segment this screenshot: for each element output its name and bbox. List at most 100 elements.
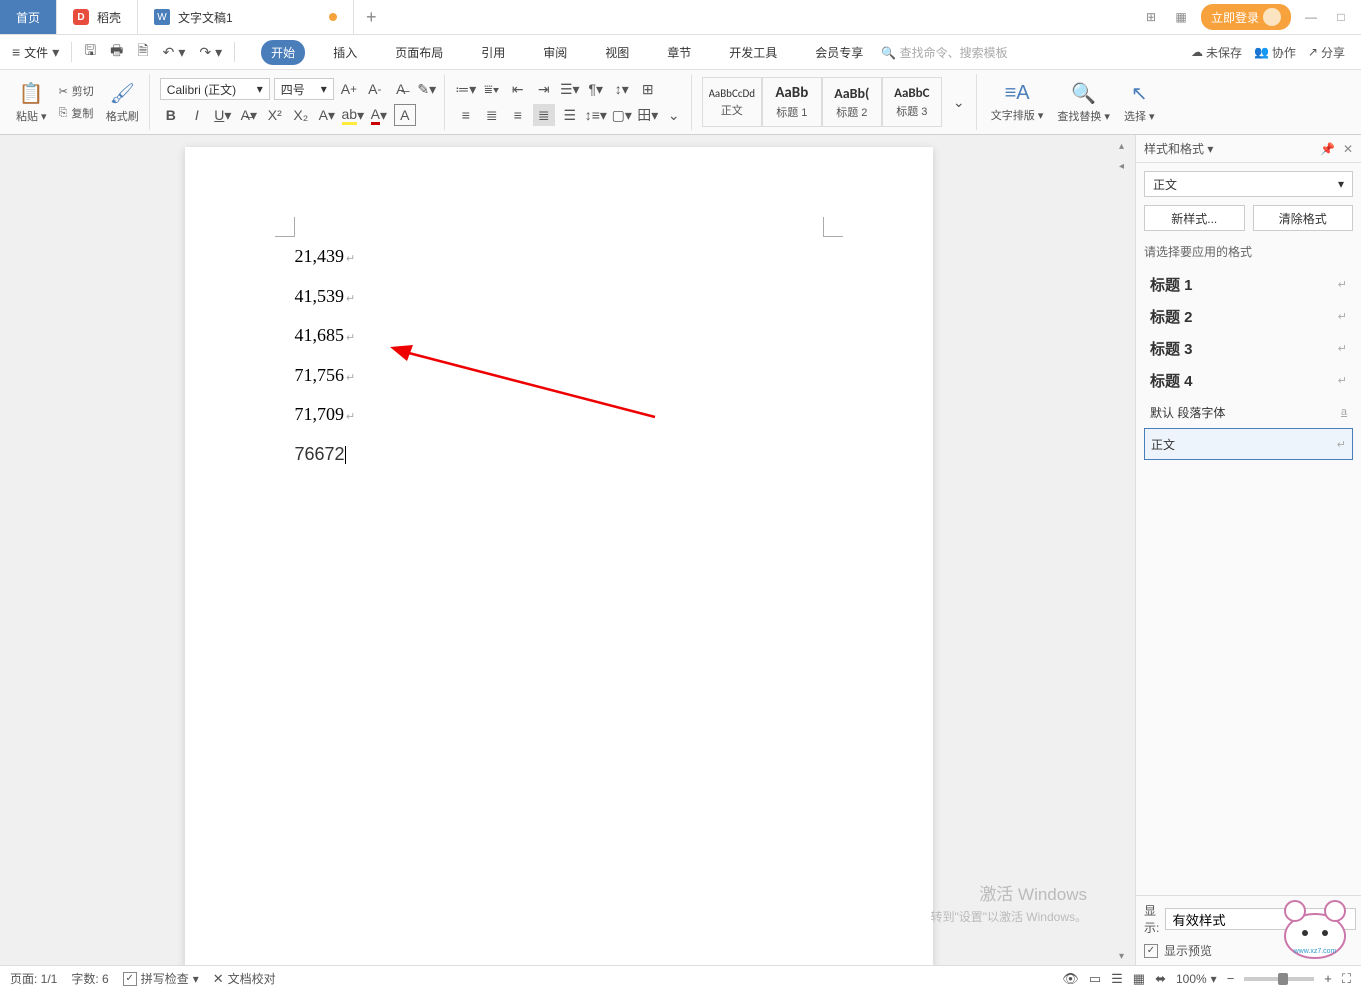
ribbon-tab-view[interactable]: 视图 (595, 40, 639, 65)
style-list-item-h1[interactable]: 标题 1↵ (1144, 268, 1353, 300)
reading-mode-icon[interactable]: 👁 (1062, 971, 1079, 987)
collapse-handle[interactable]: ◂ (1119, 161, 1133, 175)
new-style-button[interactable]: 新样式... (1144, 205, 1245, 231)
font-color-button[interactable]: A▾ (368, 104, 390, 126)
strikethrough-button[interactable]: A̶▾ (238, 104, 260, 126)
select-button[interactable]: ↖选择 ▾ (1120, 79, 1159, 126)
ribbon-tab-layout[interactable]: 页面布局 (385, 40, 453, 65)
change-case-button[interactable]: ✎▾ (416, 78, 438, 100)
style-list-item-h3[interactable]: 标题 3↵ (1144, 332, 1353, 364)
style-heading1[interactable]: AaBb标题 1 (762, 77, 822, 127)
page-indicator[interactable]: 页面: 1/1 (10, 970, 57, 987)
ribbon-tab-review[interactable]: 审阅 (533, 40, 577, 65)
shading-button[interactable]: ▢▾ (611, 104, 633, 126)
paste-button[interactable]: 📋粘贴 ▾ (12, 79, 51, 126)
font-size-select[interactable]: 四号▾ (274, 78, 334, 100)
style-list-item-default-font[interactable]: 默认 段落字体a (1144, 396, 1353, 428)
italic-button[interactable]: I (186, 104, 208, 126)
paragraph-settings-button[interactable]: ⌄ (663, 104, 685, 126)
collapse-handle-top[interactable]: ▴ (1119, 141, 1133, 155)
zoom-level[interactable]: 100% ▾ (1176, 972, 1217, 986)
doc-line[interactable]: 41,685 (295, 316, 823, 356)
minimize-button[interactable]: — (1301, 7, 1321, 27)
tab-home[interactable]: 首页 (0, 0, 57, 34)
bold-button[interactable]: B (160, 104, 182, 126)
style-heading3[interactable]: AaBbC标题 3 (882, 77, 942, 127)
save-button[interactable]: 🖫 (78, 36, 102, 68)
ribbon-tab-insert[interactable]: 插入 (323, 40, 367, 65)
clear-format-button[interactable]: 清除格式 (1253, 205, 1354, 231)
superscript-button[interactable]: X² (264, 104, 286, 126)
close-panel-icon[interactable]: ✕ (1343, 142, 1353, 156)
show-preview-checkbox[interactable]: ✓ (1144, 944, 1158, 958)
text-effects-button[interactable]: A▾ (316, 104, 338, 126)
ribbon-tab-section[interactable]: 章节 (657, 40, 701, 65)
spell-check-toggle[interactable]: ✓拼写检查 ▾ (123, 970, 199, 987)
ribbon-tab-reference[interactable]: 引用 (471, 40, 515, 65)
maximize-button[interactable]: □ (1331, 7, 1351, 27)
doc-line[interactable]: 71,709 (295, 395, 823, 435)
document-page[interactable]: 21,439 41,539 41,685 71,756 71,709 76672 (185, 147, 933, 965)
bullet-list-button[interactable]: ≔▾ (455, 78, 477, 100)
cut-button[interactable]: ✂剪切 (57, 81, 96, 101)
highlight-button[interactable]: ab▾ (342, 104, 364, 126)
command-search-input[interactable]: 🔍 查找命令、搜索模板 (875, 42, 1013, 63)
redo-button[interactable]: ↷▾ (193, 40, 228, 65)
char-border-button[interactable]: A (394, 104, 416, 126)
tab-add-button[interactable]: + (354, 0, 389, 34)
show-marks-button[interactable]: ¶▾ (585, 78, 607, 100)
snap-button[interactable]: ⊞ (637, 78, 659, 100)
sort-button[interactable]: ☰▾ (559, 78, 581, 100)
unsaved-indicator[interactable]: ☁未保存 (1191, 44, 1242, 61)
file-menu-button[interactable]: ≡文件▾ (6, 40, 65, 65)
increase-font-button[interactable]: A+ (338, 78, 360, 100)
fit-width-icon[interactable]: ⬌ (1155, 971, 1166, 987)
share-button[interactable]: ↗分享 (1308, 44, 1345, 61)
ribbon-tab-member[interactable]: 会员专享 (805, 40, 873, 65)
doc-line[interactable]: 71,756 (295, 356, 823, 396)
zoom-in-button[interactable]: + (1324, 971, 1332, 986)
doc-line[interactable]: 21,439 (295, 237, 823, 277)
style-list-item-h4[interactable]: 标题 4↵ (1144, 364, 1353, 396)
subscript-button[interactable]: X₂ (290, 104, 312, 126)
view-outline-icon[interactable]: ☰ (1111, 971, 1123, 987)
collapse-handle-bottom[interactable]: ▾ (1119, 951, 1133, 965)
format-painter-button[interactable]: 🖌格式刷 (102, 79, 143, 126)
find-replace-button[interactable]: 🔍查找替换 ▾ (1053, 79, 1114, 126)
view-page-icon[interactable]: ▭ (1089, 971, 1101, 987)
style-list-item-normal[interactable]: 正文↵ (1144, 428, 1353, 460)
pin-icon[interactable]: 📌 (1320, 142, 1335, 156)
current-style-select[interactable]: 正文▾ (1144, 171, 1353, 197)
text-direction-button[interactable]: ↕▾ (611, 78, 633, 100)
tab-document-active[interactable]: W 文字文稿1 (138, 0, 354, 34)
login-button[interactable]: 立即登录 (1201, 4, 1291, 30)
font-name-select[interactable]: Calibri (正文)▾ (160, 78, 270, 100)
underline-button[interactable]: U▾ (212, 104, 234, 126)
undo-button[interactable]: ↶▾ (157, 40, 192, 65)
ribbon-tab-developer[interactable]: 开发工具 (719, 40, 787, 65)
decrease-font-button[interactable]: A- (364, 78, 386, 100)
tab-docer[interactable]: D 稻壳 (57, 0, 138, 34)
increase-indent-button[interactable]: ⇥ (533, 78, 555, 100)
print-preview-button[interactable]: 🗎 (131, 36, 154, 68)
fullscreen-icon[interactable]: ⛶ (1342, 971, 1351, 987)
copy-button[interactable]: ⎘复制 (57, 103, 96, 123)
zoom-slider[interactable] (1244, 977, 1314, 981)
apps-icon[interactable]: ▦ (1171, 7, 1191, 27)
document-canvas[interactable]: 21,439 41,539 41,685 71,756 71,709 76672… (0, 135, 1117, 965)
borders-button[interactable]: 田▾ (637, 104, 659, 126)
document-proof-button[interactable]: ✕文档校对 (213, 970, 276, 987)
ribbon-tab-start[interactable]: 开始 (261, 40, 305, 65)
style-heading2[interactable]: AaBb(标题 2 (822, 77, 882, 127)
print-button[interactable]: 🖶 (104, 36, 129, 68)
justify-button[interactable]: ≣ (533, 104, 555, 126)
styles-expand-button[interactable]: ⌄ (948, 91, 970, 113)
distribute-button[interactable]: ☰ (559, 104, 581, 126)
word-count[interactable]: 字数: 6 (71, 970, 108, 987)
style-list-item-h2[interactable]: 标题 2↵ (1144, 300, 1353, 332)
number-list-button[interactable]: ⩸▾ (481, 78, 503, 100)
align-right-button[interactable]: ≡ (507, 104, 529, 126)
view-web-icon[interactable]: ▦ (1133, 971, 1145, 987)
line-spacing-button[interactable]: ↕≡▾ (585, 104, 607, 126)
zoom-out-button[interactable]: − (1227, 971, 1235, 986)
